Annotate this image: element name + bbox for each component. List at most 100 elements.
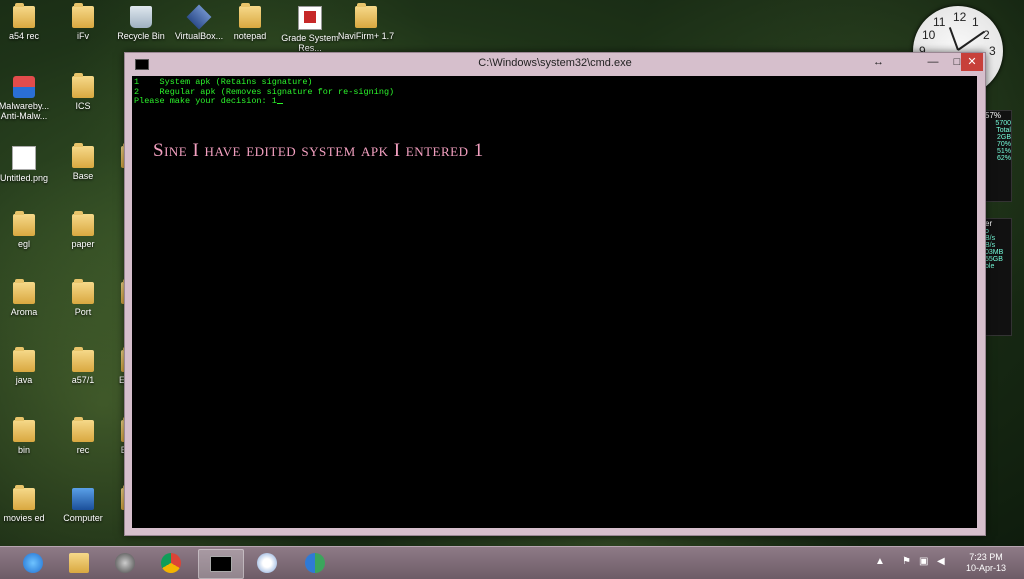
malw-icon <box>13 76 35 98</box>
chrome-icon <box>161 553 181 573</box>
minimize-button[interactable]: — <box>921 53 945 71</box>
cmd-window[interactable]: C:\Windows\system32\cmd.exe ↔ — □ ✕ 1 Sy… <box>124 52 986 536</box>
net-line: o <box>985 228 989 235</box>
folder-icon <box>13 279 35 304</box>
desktop-icon-label: VirtualBox... <box>174 31 224 41</box>
bin-icon <box>130 6 152 28</box>
chrome-button[interactable] <box>150 549 194 577</box>
desktop-icon-label: Untitled.png <box>0 173 49 183</box>
net-line: B/s <box>985 235 996 242</box>
folder-icon <box>13 347 35 372</box>
net-line: 55GB <box>985 256 1003 263</box>
desktop-icon[interactable]: ICS <box>51 73 115 111</box>
folder-icon <box>72 417 94 442</box>
date-text: 10-Apr-13 <box>965 563 1007 573</box>
desktop-icon[interactable]: Untitled.png <box>0 146 56 183</box>
cmd-taskbar-button[interactable] <box>198 549 244 579</box>
net-line: B/s <box>985 242 996 249</box>
desktop-icon-label: a54 rec <box>8 31 40 41</box>
desktop-icon[interactable]: java <box>0 347 56 385</box>
folder-icon <box>72 3 94 28</box>
folder-icon <box>72 143 94 168</box>
desktop-icon-label: Grade System Res... <box>281 33 339 53</box>
folder-icon <box>13 485 35 510</box>
globe-icon <box>305 553 325 573</box>
ie-icon <box>23 553 43 573</box>
paint-icon <box>257 553 277 573</box>
desktop-icon-label: Aroma <box>10 307 38 317</box>
app-button[interactable] <box>104 549 148 577</box>
meter-line: 5700 <box>995 120 1011 127</box>
network-icon[interactable]: ▣ <box>919 556 928 567</box>
show-hidden-icons[interactable]: ▲ <box>875 556 885 567</box>
desktop-icon-label: NaviFirm+ 1.7 <box>337 31 395 41</box>
net-line: 03MB <box>985 249 1004 256</box>
desktop-icon-label: a57/1 <box>71 375 95 385</box>
desktop-icon-label: Recycle Bin <box>117 31 165 41</box>
internet-explorer-button[interactable] <box>12 549 56 577</box>
time-text: 7:23 PM <box>969 552 1003 562</box>
flag-icon[interactable]: ⚑ <box>902 556 911 567</box>
console-prompt-line: Please make your decision: 1 <box>134 96 283 106</box>
desktop-icon[interactable]: notepad <box>218 3 282 41</box>
folder-icon <box>72 211 94 236</box>
text-cursor <box>276 103 283 104</box>
pdf-icon <box>298 6 322 30</box>
desktop-icon-label: notepad <box>233 31 267 41</box>
download-manager-button[interactable] <box>294 549 338 577</box>
cmd-icon <box>210 556 232 572</box>
taskbar: ▲ ⚑ ▣ ◀ 7:23 PM 10-Apr-13 <box>0 546 1024 579</box>
folder-icon <box>72 347 94 372</box>
desktop-icon[interactable]: Malwareby... Anti-Malw... <box>0 76 56 121</box>
desktop-icon-label: paper <box>71 239 95 249</box>
volume-icon[interactable]: ◀ <box>937 556 945 567</box>
folder-icon <box>13 417 35 442</box>
close-button[interactable]: ✕ <box>961 53 983 71</box>
desktop-icon-label: Base <box>72 171 94 181</box>
net-lines: o B/s B/s 03MB 55GB ble <box>985 228 1011 270</box>
folder-icon <box>13 211 35 236</box>
desktop-icon[interactable]: bin <box>0 417 56 455</box>
desktop-icon[interactable]: Recycle Bin <box>109 6 173 41</box>
meter-line: 62% <box>996 155 1011 162</box>
desktop-icon-label: Malwareby... Anti-Malw... <box>0 101 50 121</box>
annotation-text: Sine I have edited system apk I entered … <box>153 140 484 161</box>
net-line: ble <box>985 263 995 270</box>
network-meter-gadget: er o B/s B/s 03MB 55GB ble <box>984 218 1012 336</box>
desktop-icon[interactable]: egl <box>0 211 56 249</box>
console-line: 1 System apk (Retains signature) <box>134 77 313 87</box>
prompt-text: Please make your decision: 1 <box>134 96 277 106</box>
desktop-icon[interactable]: iFv <box>51 3 115 41</box>
desktop-icon-label: Port <box>74 307 92 317</box>
paint-button[interactable] <box>246 549 290 577</box>
desktop-icon-label: egl <box>17 239 30 249</box>
title-bar[interactable]: C:\Windows\system32\cmd.exe ↔ — □ ✕ <box>125 53 985 75</box>
desktop-icon[interactable]: Aroma <box>0 279 56 317</box>
folder-icon <box>355 3 377 28</box>
meter-line: 2GB <box>996 134 1011 141</box>
desktop-icon[interactable]: NaviFirm+ 1.7 <box>334 3 398 41</box>
desktop-icon-label: movies ed <box>3 513 45 523</box>
meter-lines: 5700 Total 2GB 70% 51% 62% <box>985 120 1011 162</box>
desktop-icon-label: ICS <box>75 101 91 111</box>
cpu-percent: 57% <box>985 111 1002 120</box>
folder-icon <box>72 279 94 304</box>
resize-arrows-icon: ↔ <box>873 56 884 68</box>
desktop-icon[interactable]: paper <box>51 211 115 249</box>
console-output[interactable]: 1 System apk (Retains signature) 2 Regul… <box>132 76 977 528</box>
meter-line: Total <box>996 127 1011 134</box>
desktop-icon[interactable]: Grade System Res... <box>278 6 342 53</box>
taskbar-clock[interactable]: 7:23 PM 10-Apr-13 <box>958 552 1014 574</box>
window-title: C:\Windows\system32\cmd.exe <box>478 57 632 69</box>
folder-icon <box>13 3 35 28</box>
file-icon <box>12 146 36 170</box>
desktop-icon[interactable]: movies ed <box>0 485 56 523</box>
desktop-icon-label: bin <box>17 445 30 455</box>
avatar-icon <box>115 553 135 573</box>
meter-line: 70% <box>996 141 1011 148</box>
file-explorer-button[interactable] <box>58 549 102 577</box>
desktop-icon-label: rec <box>76 445 90 455</box>
desktop-icon[interactable]: a54 rec <box>0 3 56 41</box>
folder-icon <box>69 553 89 573</box>
cpu-meter-gadget: 57% 5700 Total 2GB 70% 51% 62% <box>984 110 1012 202</box>
